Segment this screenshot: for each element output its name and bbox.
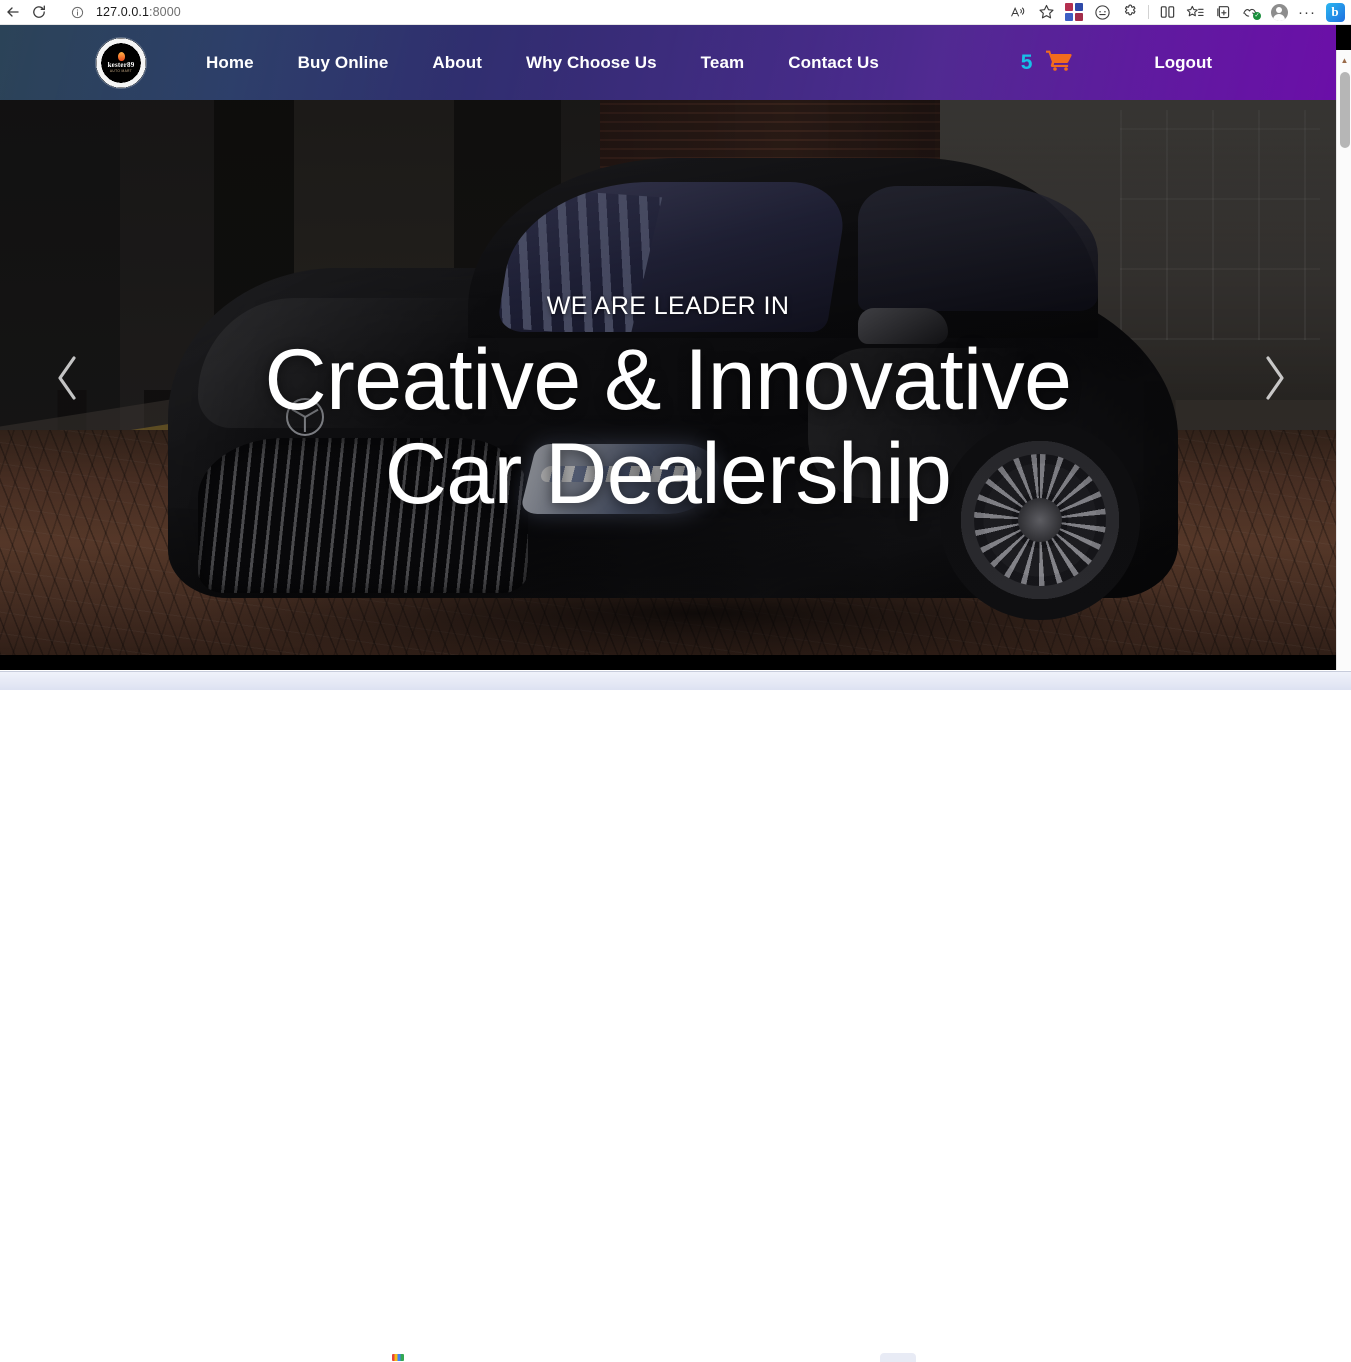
site-navbar: kester89 AUTO MART Home Buy Online About… — [0, 25, 1336, 100]
hero-overlay-dim — [0, 100, 1336, 655]
nav-link-home[interactable]: Home — [184, 25, 276, 100]
cart-count-badge: 5 — [1020, 50, 1033, 74]
shopping-savings-icon[interactable]: ✓ — [1237, 1, 1265, 23]
nav-link-buy-online[interactable]: Buy Online — [276, 25, 411, 100]
brand-name: kester89 — [107, 60, 135, 69]
settings-more-icon[interactable]: ··· — [1293, 1, 1321, 23]
site-information-icon[interactable] — [68, 3, 86, 21]
url-host: 127.0.0.1 — [96, 5, 150, 19]
background-window-button[interactable] — [880, 1353, 916, 1362]
browser-back-button[interactable] — [0, 1, 26, 23]
navbar-actions: 5 Logout — [1021, 49, 1336, 76]
vertical-scrollbar-thumb[interactable] — [1339, 72, 1350, 148]
refresh-icon — [33, 5, 45, 18]
brand-tagline: AUTO MART — [109, 69, 133, 74]
hero-carousel: WE ARE LEADER IN Creative & Innovative C… — [0, 100, 1336, 655]
background-window[interactable] — [0, 671, 1351, 1362]
flame-logo-icon — [117, 51, 125, 61]
site-logo[interactable]: kester89 AUTO MART — [96, 37, 146, 88]
nav-link-about[interactable]: About — [410, 25, 504, 100]
read-aloud-icon[interactable] — [1004, 1, 1032, 23]
browser-toolbar-actions: ✓ ··· b — [1004, 0, 1351, 25]
chevron-right-icon — [1266, 355, 1284, 400]
nav-link-contact-us[interactable]: Contact Us — [766, 25, 901, 100]
page-viewport: kester89 AUTO MART Home Buy Online About… — [0, 25, 1351, 670]
carousel-prev-button[interactable] — [40, 343, 96, 413]
url-port: :8000 — [149, 5, 181, 19]
background-tab-favicon-icon — [392, 1354, 404, 1361]
add-favorite-icon[interactable] — [1032, 1, 1060, 23]
primary-navigation: Home Buy Online About Why Choose Us Team… — [184, 25, 901, 100]
collections-icon[interactable] — [1209, 1, 1237, 23]
back-arrow-icon — [7, 7, 19, 17]
savings-check-badge: ✓ — [1253, 12, 1261, 20]
nav-link-why-choose-us[interactable]: Why Choose Us — [504, 25, 679, 100]
browser-toolbar: 127.0.0.1:8000 ✓ ··· b — [0, 0, 1351, 25]
scroll-up-arrow-icon[interactable]: ▲ — [1337, 52, 1351, 68]
favorites-list-icon[interactable] — [1181, 1, 1209, 23]
copilot-bing-icon[interactable]: b — [1321, 1, 1349, 23]
extensions-puzzle-icon[interactable] — [1116, 1, 1144, 23]
profile-avatar[interactable] — [1265, 1, 1293, 23]
shopping-cart-icon[interactable] — [1046, 49, 1073, 76]
chevron-left-icon — [58, 355, 76, 400]
nav-link-team[interactable]: Team — [679, 25, 767, 100]
web-page: kester89 AUTO MART Home Buy Online About… — [0, 25, 1336, 655]
address-bar-url: 127.0.0.1:8000 — [96, 5, 181, 19]
browser-essentials-icon[interactable] — [1088, 1, 1116, 23]
browser-refresh-button[interactable] — [26, 1, 52, 23]
extension-tiles-icon[interactable] — [1060, 1, 1088, 23]
logout-link[interactable]: Logout — [1154, 53, 1212, 73]
split-screen-icon[interactable] — [1153, 1, 1181, 23]
carousel-next-button[interactable] — [1246, 343, 1302, 413]
background-window-tab[interactable] — [222, 1353, 482, 1362]
hero-background-image — [0, 100, 1336, 655]
toolbar-divider — [1148, 5, 1149, 19]
address-bar[interactable]: 127.0.0.1:8000 — [62, 2, 762, 22]
vertical-scrollbar[interactable]: ▲ — [1336, 50, 1351, 670]
